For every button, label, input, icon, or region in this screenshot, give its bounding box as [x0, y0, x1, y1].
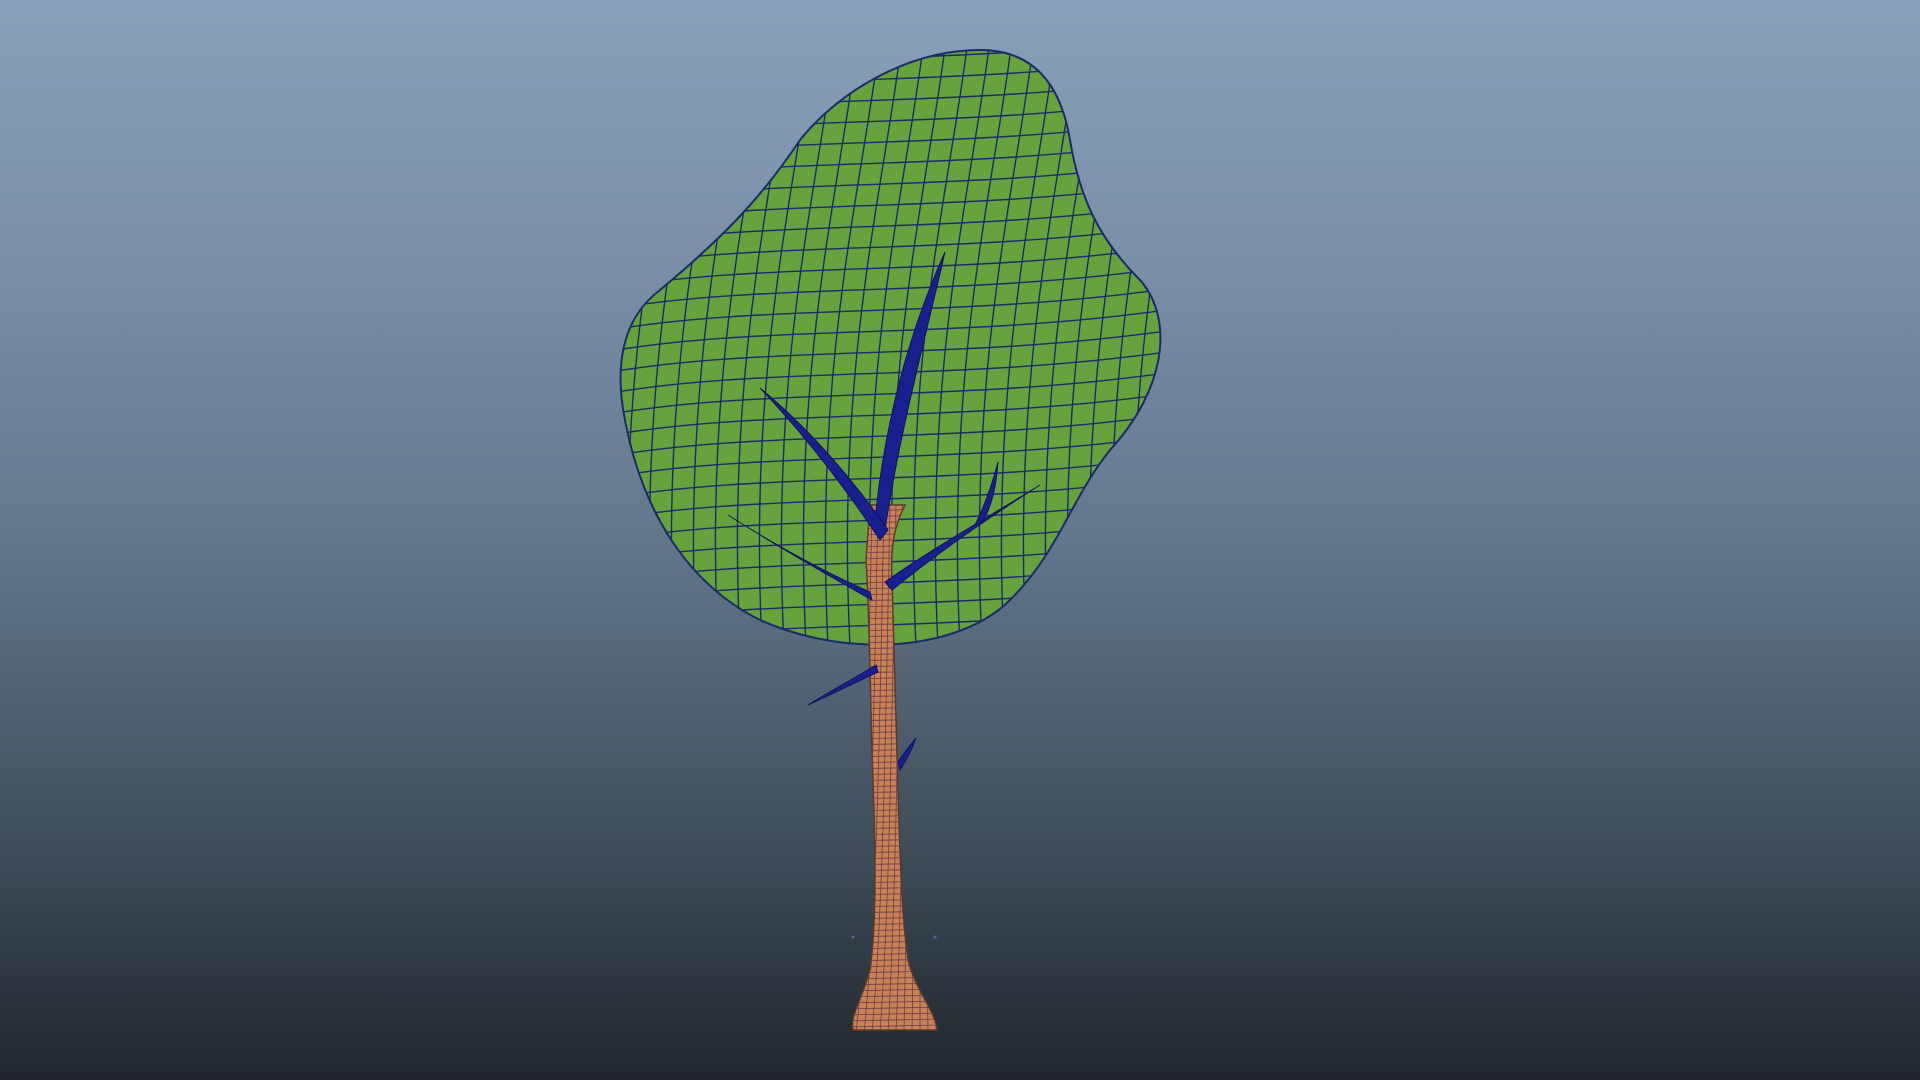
maya-3d-viewport[interactable] — [0, 0, 1920, 1080]
tree-model-scene[interactable] — [0, 0, 1920, 1080]
branch-small-spur — [897, 737, 917, 772]
branch-lower-spur — [807, 664, 879, 706]
